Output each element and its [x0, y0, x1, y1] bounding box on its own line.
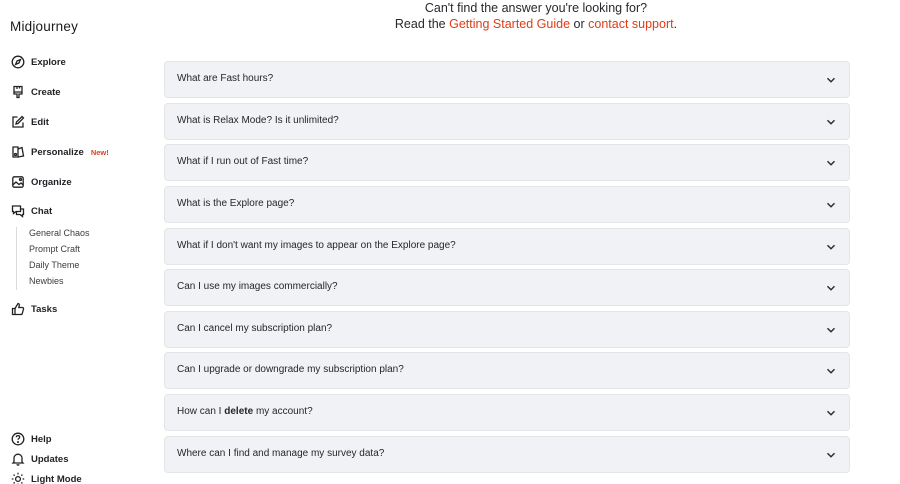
help-prompt-text: Can't find the answer you're looking for…: [424, 1, 648, 15]
faq-question-part: my account?: [255, 406, 313, 417]
chevron-down-icon: [826, 325, 836, 335]
personalize-icon: [11, 145, 25, 159]
chevron-down-icon: [826, 242, 836, 252]
image-icon: [11, 175, 25, 189]
chat-room-daily-theme[interactable]: Daily Theme: [29, 260, 79, 270]
faq-question: Can I cancel my subscription plan?: [177, 323, 333, 334]
nav-help[interactable]: Help: [11, 429, 52, 449]
faq-question: Where can I find and manage my survey da…: [177, 448, 385, 459]
faq-question-part: How can I: [177, 406, 222, 417]
nav-tasks-label: Tasks: [31, 303, 58, 315]
help-icon: [11, 432, 25, 446]
chevron-down-icon: [826, 408, 836, 418]
nav-explore-label: Explore: [31, 56, 66, 68]
faq-main: Can't find the answer you're looking for…: [140, 0, 900, 484]
nav-personalize-label: Personalize: [31, 146, 84, 158]
faq-question: What are Fast hours?: [177, 73, 274, 84]
nav-chat-label: Chat: [31, 205, 53, 217]
faq-question: Can I upgrade or downgrade my subscripti…: [177, 364, 404, 375]
faq-item-relax-mode[interactable]: What is Relax Mode? Is it unlimited?: [164, 103, 850, 140]
nav-organize-label: Organize: [31, 176, 72, 188]
nav-personalize[interactable]: Personalize New!: [11, 142, 109, 162]
help-period: .: [673, 17, 678, 31]
app-logo[interactable]: Midjourney: [10, 19, 78, 34]
nav-help-label: Help: [31, 433, 52, 445]
help-read-the: Read the: [394, 17, 446, 31]
faq-item-cancel-subscription[interactable]: Can I cancel my subscription plan?: [164, 311, 850, 348]
chevron-down-icon: [826, 283, 836, 293]
faq-item-survey-data[interactable]: Where can I find and manage my survey da…: [164, 436, 850, 473]
faq-item-run-out-fast-time[interactable]: What if I run out of Fast time?: [164, 144, 850, 181]
faq-item-explore-page[interactable]: What is the Explore page?: [164, 186, 850, 223]
faq-question: What is the Explore page?: [177, 198, 295, 209]
faq-item-commercial-use[interactable]: Can I use my images commercially?: [164, 269, 850, 306]
chat-room-prompt-craft[interactable]: Prompt Craft: [29, 244, 80, 254]
chevron-down-icon: [826, 75, 836, 85]
chevron-down-icon: [826, 117, 836, 127]
faq-question: Can I use my images commercially?: [177, 281, 338, 292]
chevron-down-icon: [826, 450, 836, 460]
nav-create-label: Create: [31, 86, 61, 98]
faq-question: How can I delete my account?: [177, 406, 313, 417]
compass-icon: [11, 55, 25, 69]
chevron-down-icon: [826, 200, 836, 210]
faq-item-hide-from-explore[interactable]: What if I don't want my images to appear…: [164, 228, 850, 265]
chat-room-newbies[interactable]: Newbies: [29, 276, 64, 286]
nav-explore[interactable]: Explore: [11, 52, 66, 72]
nav-edit-label: Edit: [31, 116, 49, 128]
chat-room-list: General Chaos Prompt Craft Daily Theme N…: [16, 227, 126, 290]
nav-tasks[interactable]: Tasks: [11, 299, 57, 319]
faq-question: What is Relax Mode? Is it unlimited?: [177, 115, 339, 126]
brush-icon: [11, 85, 25, 99]
faq-question: What if I don't want my images to appear…: [177, 240, 456, 251]
help-or: or: [573, 17, 585, 31]
faq-question: What if I run out of Fast time?: [177, 156, 309, 167]
nav-light-mode[interactable]: Light Mode: [11, 469, 82, 484]
chevron-down-icon: [826, 366, 836, 376]
thumbs-up-icon: [11, 302, 25, 316]
getting-started-guide-link[interactable]: Getting Started Guide: [449, 17, 570, 31]
nav-updates[interactable]: Updates: [11, 449, 68, 469]
faq-question-emphasis: delete: [224, 406, 254, 417]
help-links-line: Read the Getting Started Guide or contac…: [140, 17, 900, 31]
faq-item-fast-hours[interactable]: What are Fast hours?: [164, 61, 850, 98]
new-badge: New!: [90, 147, 109, 157]
chat-room-general-chaos[interactable]: General Chaos: [29, 228, 90, 238]
nav-create[interactable]: Create: [11, 82, 61, 102]
sun-icon: [11, 472, 25, 484]
contact-support-link[interactable]: contact support: [588, 17, 673, 31]
faq-item-delete-account[interactable]: How can I delete my account?: [164, 394, 850, 431]
bell-icon: [11, 452, 25, 466]
nav-organize[interactable]: Organize: [11, 172, 72, 192]
faq-item-upgrade-downgrade[interactable]: Can I upgrade or downgrade my subscripti…: [164, 352, 850, 389]
chat-icon: [11, 204, 25, 218]
edit-icon: [11, 115, 25, 129]
sidebar: Midjourney Explore Create Edit Personali…: [0, 0, 140, 484]
chevron-down-icon: [826, 158, 836, 168]
nav-updates-label: Updates: [31, 453, 69, 465]
nav-chat[interactable]: Chat: [11, 201, 52, 221]
nav-light-mode-label: Light Mode: [31, 473, 82, 484]
nav-edit[interactable]: Edit: [11, 112, 49, 132]
